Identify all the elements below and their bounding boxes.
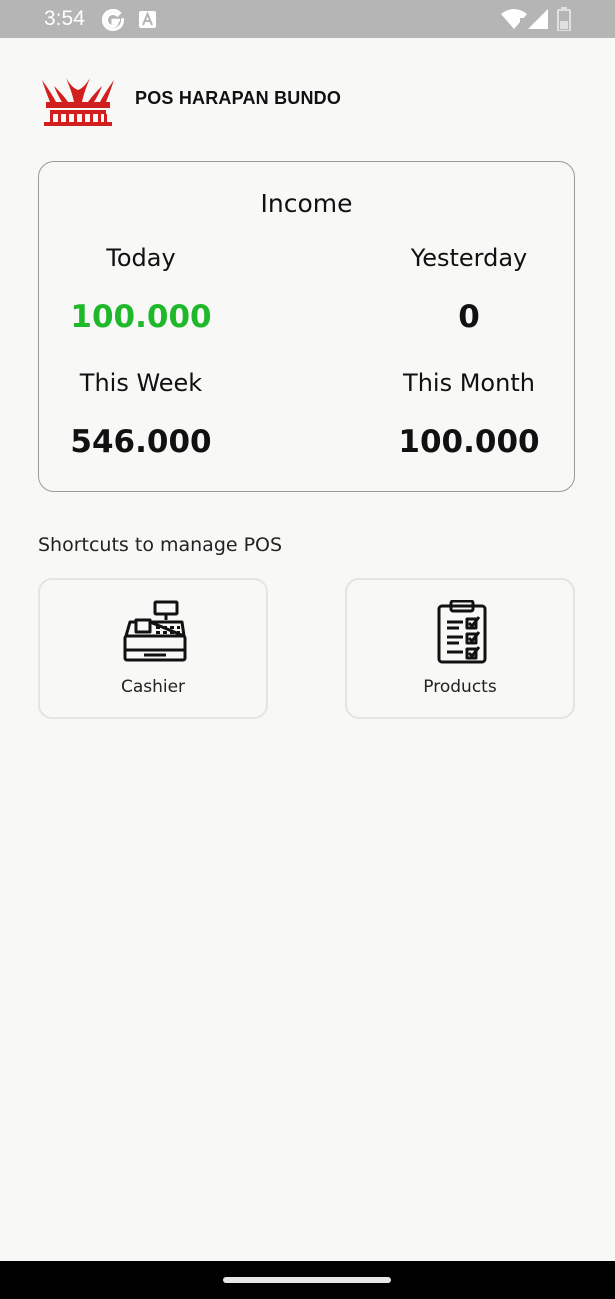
income-card: Income Today Yesterday 100.000 0 This We… [38, 161, 575, 492]
income-title: Income [260, 189, 353, 218]
this-month-value: 100.000 [398, 424, 540, 460]
this-week-value: 546.000 [70, 424, 212, 460]
cashier-shortcut-button[interactable]: Cashier [38, 578, 268, 719]
products-label: Products [423, 677, 497, 697]
app-brand-title: POS HARAPAN BUNDO [135, 88, 342, 108]
this-month-label: This Month [403, 369, 535, 397]
a-icon [139, 11, 156, 28]
home-gesture-handle[interactable] [223, 1277, 391, 1283]
today-value: 100.000 [70, 299, 212, 335]
app-header: POS HARAPAN BUNDO [40, 70, 580, 130]
today-label: Today [106, 244, 176, 272]
signal-icon [528, 9, 548, 29]
yesterday-value: 0 [458, 299, 480, 335]
status-time: 3:54 [44, 7, 85, 30]
clipboard-checklist-icon [437, 600, 487, 664]
this-week-label: This Week [79, 369, 203, 397]
products-shortcut-button[interactable]: Products [345, 578, 575, 719]
status-bar: 3:54 [0, 0, 615, 38]
shortcuts-title: Shortcuts to manage POS [38, 534, 283, 556]
google-icon [102, 9, 124, 31]
rumah-gadang-logo-icon [42, 78, 114, 126]
system-nav-bar [0, 1261, 615, 1299]
cash-register-icon [123, 600, 187, 662]
wifi-icon [501, 9, 527, 29]
yesterday-label: Yesterday [410, 244, 528, 272]
battery-icon [557, 7, 571, 31]
cashier-label: Cashier [120, 677, 186, 697]
